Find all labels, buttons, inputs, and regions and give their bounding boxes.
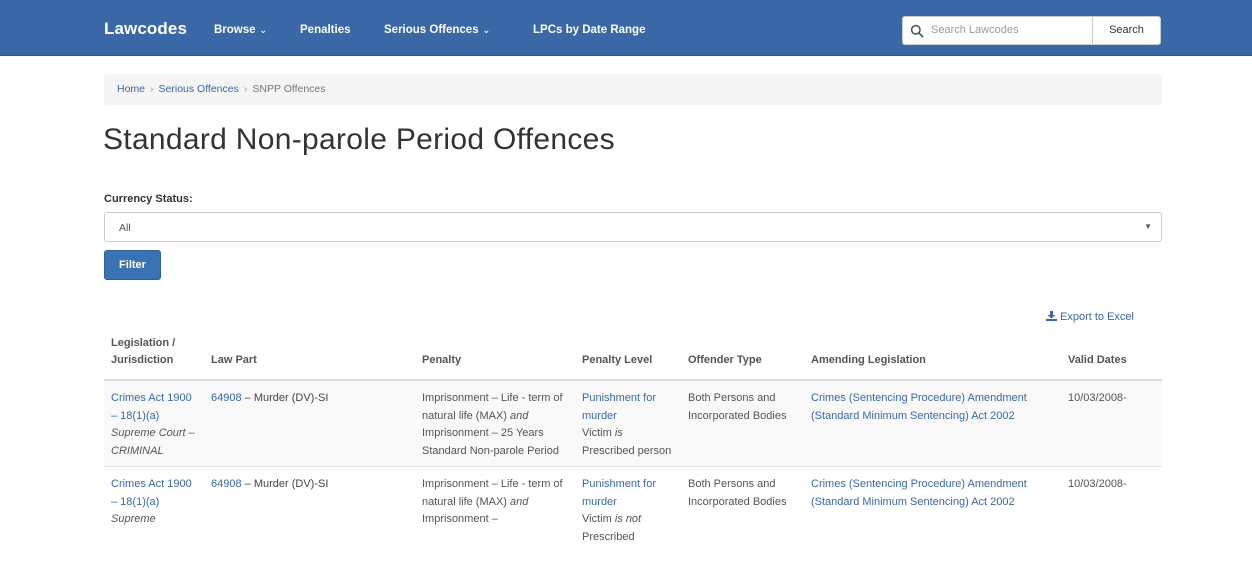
- penalty-level-emphasis: is: [614, 427, 623, 439]
- cell-penalty-level: Punishment for murder Victim is Prescrib…: [575, 380, 681, 467]
- search-box: [902, 16, 1093, 45]
- cell-legislation: Crimes Act 1900 – 18(1)(a) Supreme: [104, 466, 204, 552]
- penalty-level-text: Prescribed person: [582, 444, 672, 457]
- breadcrumb-separator: ›: [150, 83, 154, 95]
- chevron-down-icon: ⌄: [482, 25, 491, 35]
- penalty-level-text: Victim: [582, 427, 612, 439]
- amending-legislation-link[interactable]: Crimes (Sentencing Procedure) Amendment …: [811, 478, 1027, 508]
- header-penalty[interactable]: Penalty: [415, 328, 575, 381]
- penalty-conjunction: and: [510, 409, 529, 422]
- penalty-text: Imprisonment – Life - term of natural li…: [422, 392, 563, 422]
- page-title: Standard Non-parole Period Offences: [103, 123, 615, 156]
- currency-status-label: Currency Status:: [104, 193, 193, 205]
- export-label: Export to Excel: [1060, 311, 1134, 323]
- header-amending-legislation[interactable]: Amending Legislation: [804, 328, 1061, 381]
- jurisdiction-text: Supreme Court – CRIMINAL: [111, 427, 195, 457]
- breadcrumb-home[interactable]: Home: [117, 83, 145, 95]
- amending-legislation-link[interactable]: Crimes (Sentencing Procedure) Amendment …: [811, 392, 1027, 422]
- penalty-level-link[interactable]: Punishment for murder: [582, 392, 656, 422]
- search-icon: [910, 24, 924, 38]
- penalty-conjunction: and: [510, 495, 529, 508]
- penalty-level-emphasis: is not: [614, 513, 642, 525]
- currency-status-value: All: [119, 222, 131, 234]
- brand-logo[interactable]: Lawcodes: [104, 19, 187, 39]
- legislation-link[interactable]: Crimes Act 1900 – 18(1)(a): [111, 478, 192, 508]
- export-to-excel-link[interactable]: Export to Excel: [1046, 311, 1134, 323]
- law-code-link[interactable]: 64908: [211, 392, 242, 404]
- snpp-offences-table: Legislation / Jurisdiction Law Part Pena…: [104, 328, 1162, 552]
- jurisdiction-text: Supreme: [111, 513, 156, 525]
- legislation-link[interactable]: Crimes Act 1900 – 18(1)(a): [111, 392, 192, 422]
- cell-law-part: 64908 – Murder (DV)-SI: [204, 380, 415, 467]
- nav-penalties-label: Penalties: [300, 24, 351, 36]
- header-legislation[interactable]: Legislation / Jurisdiction: [104, 328, 204, 381]
- table-header-row: Legislation / Jurisdiction Law Part Pena…: [104, 328, 1162, 381]
- chevron-down-icon: ⌄: [259, 25, 268, 35]
- header-law-part[interactable]: Law Part: [204, 328, 415, 381]
- nav-browse-label: Browse: [214, 24, 256, 36]
- breadcrumb: Home › Serious Offences › SNPP Offences: [104, 74, 1162, 105]
- table-row: Crimes Act 1900 – 18(1)(a) Supreme Court…: [104, 380, 1162, 467]
- nav-penalties[interactable]: Penalties: [300, 24, 351, 36]
- breadcrumb-separator: ›: [243, 83, 248, 95]
- breadcrumb-serious-offences[interactable]: Serious Offences: [159, 83, 239, 95]
- header-valid-dates[interactable]: Valid Dates: [1061, 328, 1162, 381]
- nav-serious-offences[interactable]: Serious Offences ⌄: [384, 24, 490, 36]
- nav-serious-offences-label: Serious Offences: [384, 24, 479, 36]
- cell-amending-legislation: Crimes (Sentencing Procedure) Amendment …: [804, 380, 1061, 467]
- header-penalty-level[interactable]: Penalty Level: [575, 328, 681, 381]
- law-code-link[interactable]: 64908: [211, 478, 242, 490]
- law-part-text: – Murder (DV)-SI: [244, 478, 329, 490]
- download-icon: [1046, 311, 1057, 321]
- cell-penalty: Imprisonment – Life - term of natural li…: [415, 380, 575, 467]
- penalty-text: Imprisonment – 25 Years Standard Non-par…: [422, 427, 559, 457]
- penalty-text: Imprisonment – Life - term of natural li…: [422, 478, 563, 508]
- cell-law-part: 64908 – Murder (DV)-SI: [204, 466, 415, 552]
- penalty-level-link[interactable]: Punishment for murder: [582, 478, 656, 508]
- penalty-text: Imprisonment –: [422, 513, 498, 525]
- cell-valid-dates: 10/03/2008-: [1061, 466, 1162, 552]
- nav-lpcs-label: LPCs by Date Range: [533, 24, 646, 36]
- penalty-level-text: Victim: [582, 513, 612, 525]
- table-row: Crimes Act 1900 – 18(1)(a) Supreme 64908…: [104, 466, 1162, 552]
- top-navbar: Lawcodes Browse ⌄ Penalties Serious Offen…: [0, 0, 1252, 56]
- cell-offender-type: Both Persons and Incorporated Bodies: [681, 380, 804, 467]
- header-offender-type[interactable]: Offender Type: [681, 328, 804, 381]
- currency-status-select[interactable]: All ▼: [104, 212, 1162, 242]
- cell-legislation: Crimes Act 1900 – 18(1)(a) Supreme Court…: [104, 380, 204, 467]
- nav-browse[interactable]: Browse ⌄: [214, 24, 267, 36]
- breadcrumb-current: SNPP Offences: [252, 83, 326, 95]
- nav-lpcs-by-date-range[interactable]: LPCs by Date Range: [533, 24, 645, 36]
- cell-penalty: Imprisonment – Life - term of natural li…: [415, 466, 575, 552]
- cell-valid-dates: 10/03/2008-: [1061, 380, 1162, 467]
- cell-amending-legislation: Crimes (Sentencing Procedure) Amendment …: [804, 466, 1061, 552]
- penalty-level-text: Prescribed: [582, 530, 635, 543]
- cell-penalty-level: Punishment for murder Victim is not Pres…: [575, 466, 681, 552]
- cell-offender-type: Both Persons and Incorporated Bodies: [681, 466, 804, 552]
- search-input[interactable]: [929, 23, 1089, 37]
- chevron-down-icon: ▼: [1144, 222, 1152, 231]
- filter-button[interactable]: Filter: [104, 250, 161, 280]
- search-button[interactable]: Search: [1092, 16, 1161, 45]
- law-part-text: – Murder (DV)-SI: [244, 392, 329, 404]
